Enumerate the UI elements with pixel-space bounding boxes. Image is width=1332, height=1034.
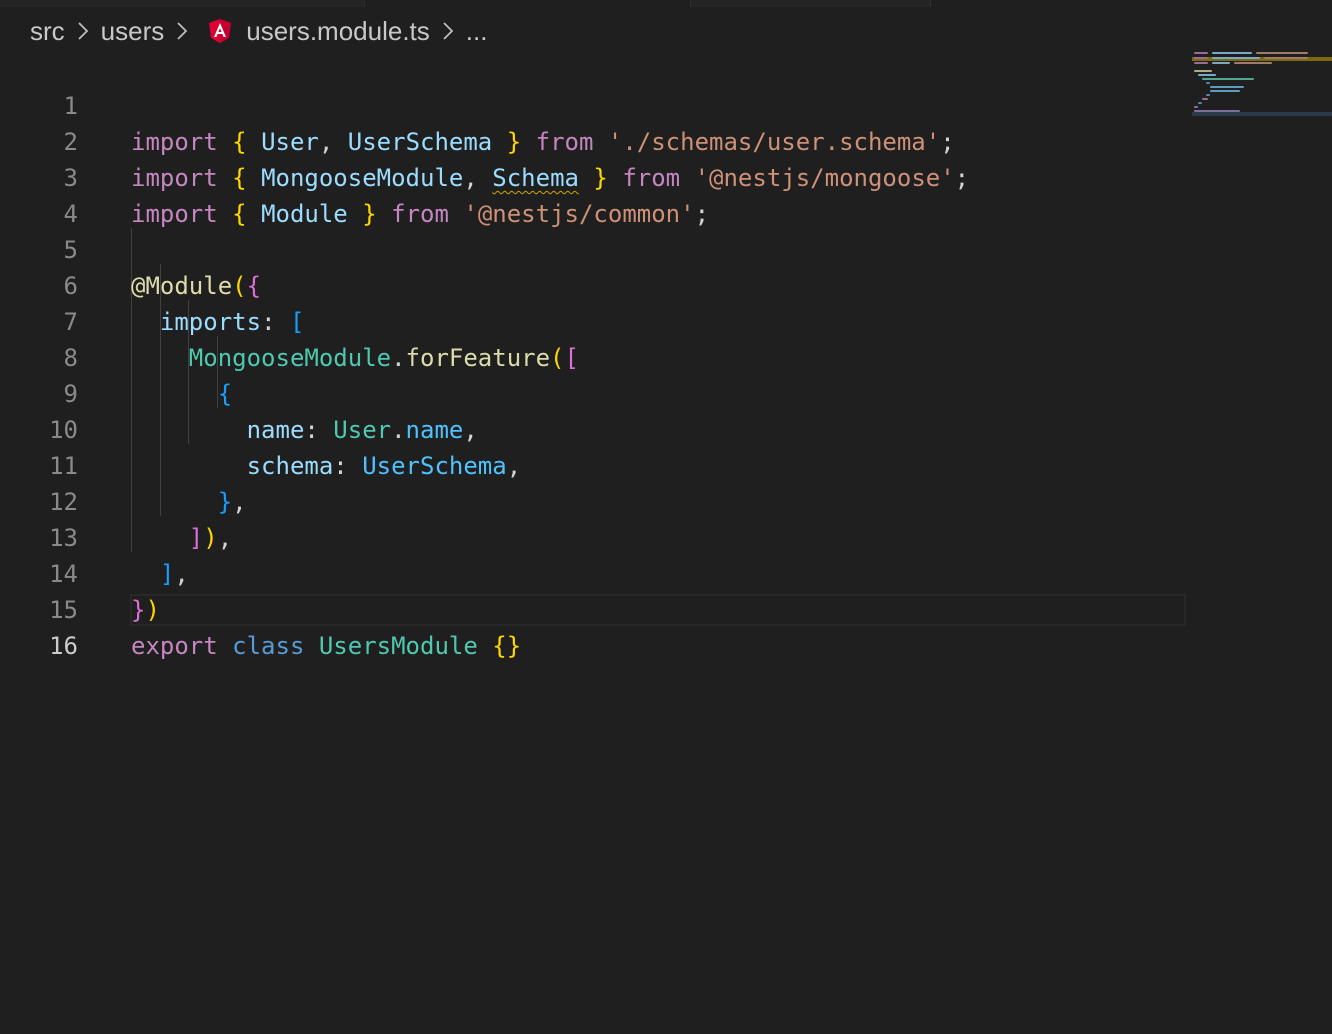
minimap-viewport[interactable]	[1192, 112, 1332, 116]
token-identifier: UserSchema	[347, 128, 493, 156]
token-identifier: UserSchema	[362, 452, 507, 480]
breadcrumb-item-more[interactable]: ...	[466, 16, 488, 47]
token-punct: :	[333, 452, 348, 480]
code-line-7: 7 MongooseModule.forFeature([	[0, 268, 579, 372]
token-bracket: }	[362, 200, 377, 228]
token-keyword: import	[131, 200, 218, 228]
breadcrumb: src users users.module.ts ...	[30, 14, 487, 48]
token-bracket: {	[232, 200, 247, 228]
code-line-9: 9 name: User.name,	[0, 340, 478, 444]
token-string: '@nestjs/common'	[463, 200, 695, 228]
token-identifier: Module	[261, 200, 348, 228]
line-number-active: 16	[49, 632, 78, 660]
code-line-3: 3 import { Module } from '@nestjs/common…	[0, 124, 709, 228]
code-line-13: 13 ],	[0, 484, 189, 588]
token-punct: :	[304, 416, 319, 444]
token-bracket: (	[550, 344, 565, 372]
code-line-5: 5 @Module({	[0, 196, 262, 300]
token-property: name	[405, 416, 464, 444]
token-string: './schemas/user.schema'	[607, 128, 941, 156]
chevron-right-icon	[69, 17, 97, 45]
angular-icon	[206, 17, 234, 45]
token-punct: ,	[463, 416, 478, 444]
breadcrumb-item-src[interactable]: src	[30, 16, 65, 47]
token-punct: ,	[463, 164, 478, 192]
tab-strip	[0, 0, 1332, 8]
tab[interactable]	[690, 0, 930, 7]
token-class: MongooseModule	[188, 344, 392, 372]
token-bracket: (	[232, 272, 247, 300]
token-keyword: import	[131, 128, 218, 156]
token-bracket: {	[217, 380, 233, 408]
code-line-6: 6 imports: [	[0, 232, 305, 336]
code-line-15: 15 export class UsersModule {}	[0, 556, 521, 660]
breadcrumb-item-file[interactable]: users.module.ts	[246, 16, 430, 47]
token-bracket: [	[564, 344, 579, 372]
code-line-16[interactable]: 16	[0, 592, 78, 660]
code-line-11: 11 },	[0, 412, 247, 516]
token-property: imports	[159, 308, 262, 336]
token-decorator: @Module	[131, 272, 233, 300]
code-line-10: 10 schema: UserSchema,	[0, 376, 521, 480]
token-bracket: {	[232, 164, 247, 192]
token-bracket: {}	[492, 632, 522, 660]
token-keyword: class	[232, 632, 305, 660]
code-line-8: 8 {	[0, 304, 233, 408]
token-function: forFeature	[405, 344, 551, 372]
token-bracket: {	[232, 128, 247, 156]
tab-divider	[364, 0, 365, 7]
token-property: name	[246, 416, 305, 444]
token-keyword: from	[622, 164, 681, 192]
code-line-14: 14 })	[0, 520, 160, 624]
token-punct: ;	[694, 200, 710, 228]
token-punct: ;	[954, 164, 970, 192]
token-identifier: MongooseModule	[261, 164, 464, 192]
breadcrumb-item-users[interactable]: users	[101, 16, 165, 47]
token-punct: ,	[506, 452, 522, 480]
token-bracket: ]	[188, 524, 204, 552]
token-bracket: )	[145, 596, 160, 624]
token-punct: ;	[940, 128, 955, 156]
token-punct: ,	[174, 560, 189, 588]
token-keyword: from	[535, 128, 594, 156]
token-keyword: from	[391, 200, 449, 228]
chevron-right-icon	[434, 17, 462, 45]
token-bracket: }	[593, 164, 608, 192]
token-punct: .	[391, 344, 406, 372]
token-identifier-unused-warning[interactable]: Schema	[492, 164, 579, 192]
token-bracket: }	[506, 128, 522, 156]
token-class: User	[333, 416, 392, 444]
token-bracket: }	[131, 596, 146, 624]
token-bracket: }	[217, 488, 233, 516]
token-bracket: [	[289, 308, 305, 336]
current-line-highlight	[130, 594, 1186, 626]
code-line-12: 12 ]),	[0, 448, 232, 552]
chevron-right-icon	[168, 17, 196, 45]
token-bracket: )	[203, 524, 218, 552]
token-punct: .	[391, 416, 406, 444]
token-class: UsersModule	[318, 632, 478, 660]
token-punct: ,	[318, 128, 334, 156]
token-punct: ,	[232, 488, 247, 516]
code-line-1: 1 import { User, UserSchema } from './sc…	[0, 52, 955, 156]
token-identifier: User	[261, 128, 319, 156]
token-keyword: export	[131, 632, 218, 660]
token-bracket: {	[246, 272, 262, 300]
token-keyword: import	[131, 164, 218, 192]
tab[interactable]	[0, 0, 364, 7]
token-string: '@nestjs/mongoose'	[694, 164, 955, 192]
token-property: schema	[246, 452, 334, 480]
tab-divider	[690, 0, 691, 7]
code-editor[interactable]: 1 import { User, UserSchema } from './sc…	[0, 52, 1190, 1034]
code-line-4: 4	[0, 160, 78, 228]
tab-divider	[930, 0, 931, 7]
token-bracket: ]	[159, 560, 175, 588]
code-line-2: 2 import { MongooseModule, Schema } from…	[0, 88, 970, 192]
token-punct: ,	[217, 524, 233, 552]
minimap[interactable]	[1192, 50, 1332, 120]
token-punct: :	[261, 308, 276, 336]
